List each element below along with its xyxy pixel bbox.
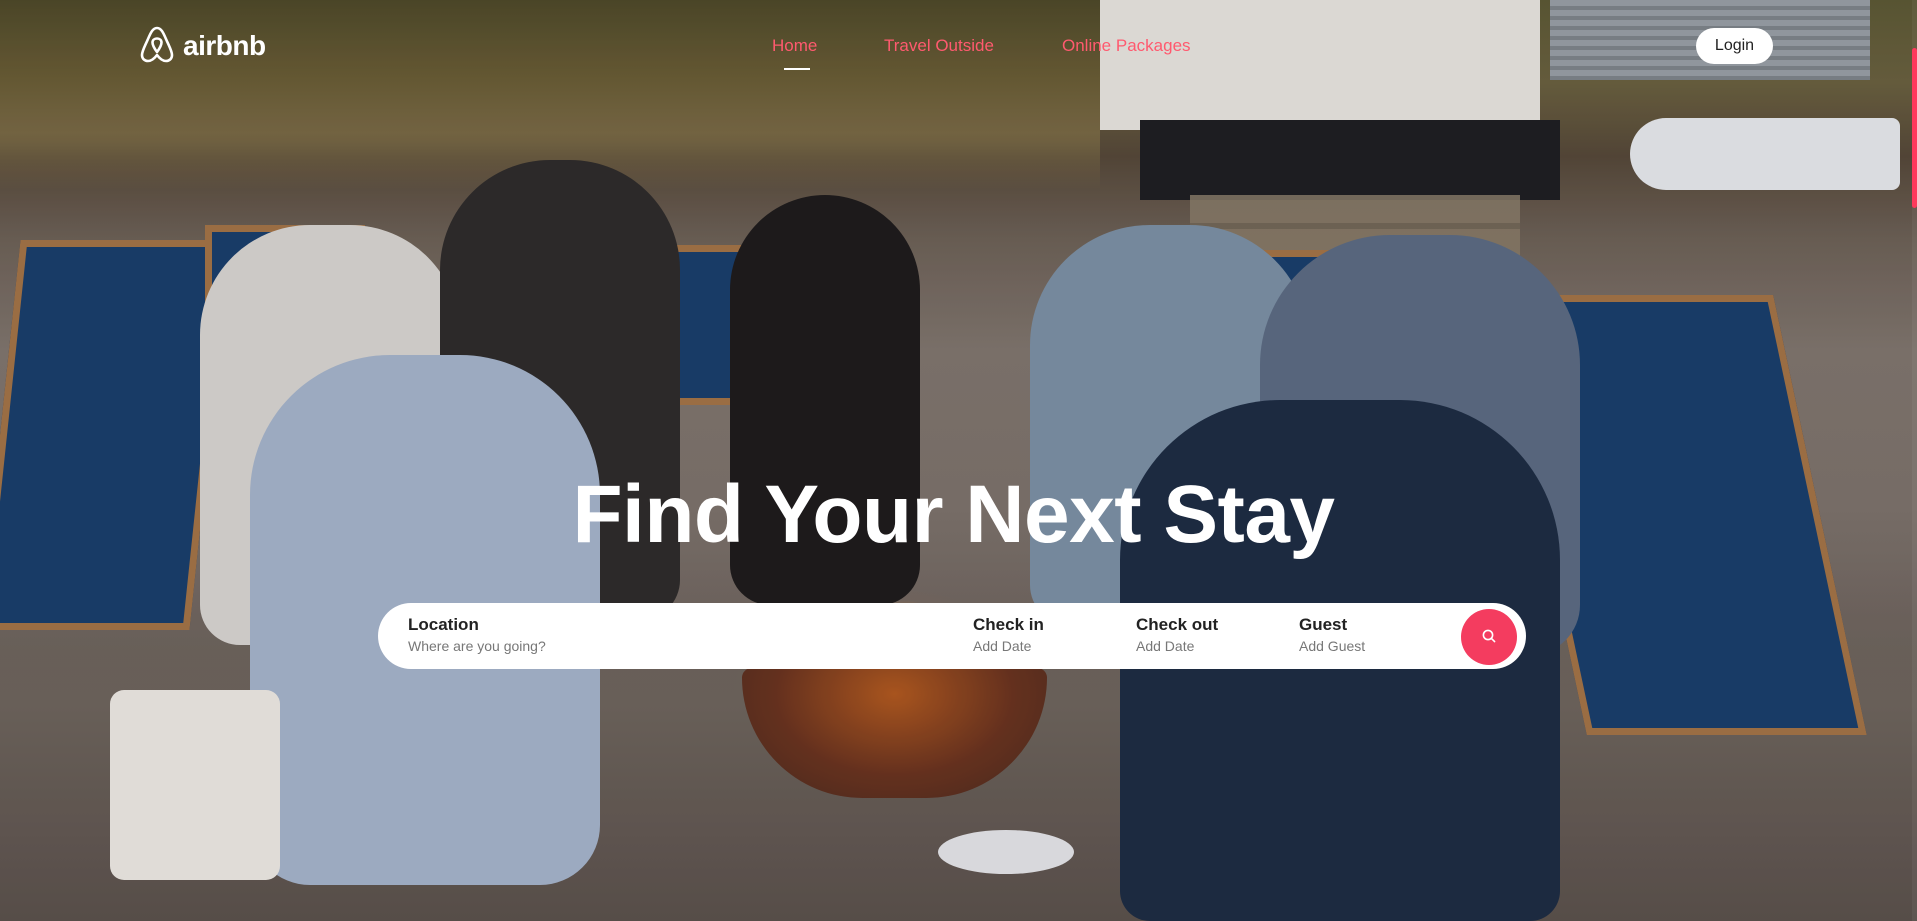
location-input[interactable] — [408, 635, 868, 657]
guest-label: Guest — [1299, 615, 1348, 634]
check-in-label: Check in — [973, 615, 1044, 634]
airbnb-belo-icon — [137, 24, 177, 68]
nav-link-travel-outside[interactable]: Travel Outside — [884, 36, 994, 56]
brand-name: airbnb — [183, 30, 266, 61]
check-out-label: Check out — [1136, 615, 1219, 634]
check-out-value: Add Date — [1136, 638, 1195, 654]
guest-field[interactable]: Guest Add Guest — [1299, 615, 1365, 657]
nav-link-home[interactable]: Home — [772, 36, 817, 56]
active-nav-indicator — [784, 68, 810, 70]
hero-headline: Find Your Next Stay — [0, 468, 1917, 562]
brand-logo[interactable]: airbnb — [137, 24, 266, 68]
photo-overlay — [0, 0, 1917, 921]
location-field[interactable]: Location — [408, 615, 928, 657]
search-icon — [1481, 628, 1497, 647]
check-out-field[interactable]: Check out Add Date — [1136, 615, 1218, 657]
top-navbar: airbnb Home Travel Outside Online Packag… — [0, 0, 1917, 92]
hero-headline-text: Find Your Next Stay — [572, 469, 1335, 560]
location-label: Location — [408, 615, 479, 634]
check-in-value: Add Date — [973, 638, 1032, 654]
page-scrollbar[interactable] — [1912, 0, 1917, 921]
search-button[interactable] — [1461, 609, 1517, 665]
search-bar: Location Check in Add Date Check out Add… — [378, 603, 1526, 669]
nav-link-online-packages[interactable]: Online Packages — [1062, 36, 1191, 56]
login-button[interactable]: Login — [1696, 28, 1773, 64]
check-in-field[interactable]: Check in Add Date — [973, 615, 1044, 657]
guest-value: Add Guest — [1299, 638, 1366, 654]
